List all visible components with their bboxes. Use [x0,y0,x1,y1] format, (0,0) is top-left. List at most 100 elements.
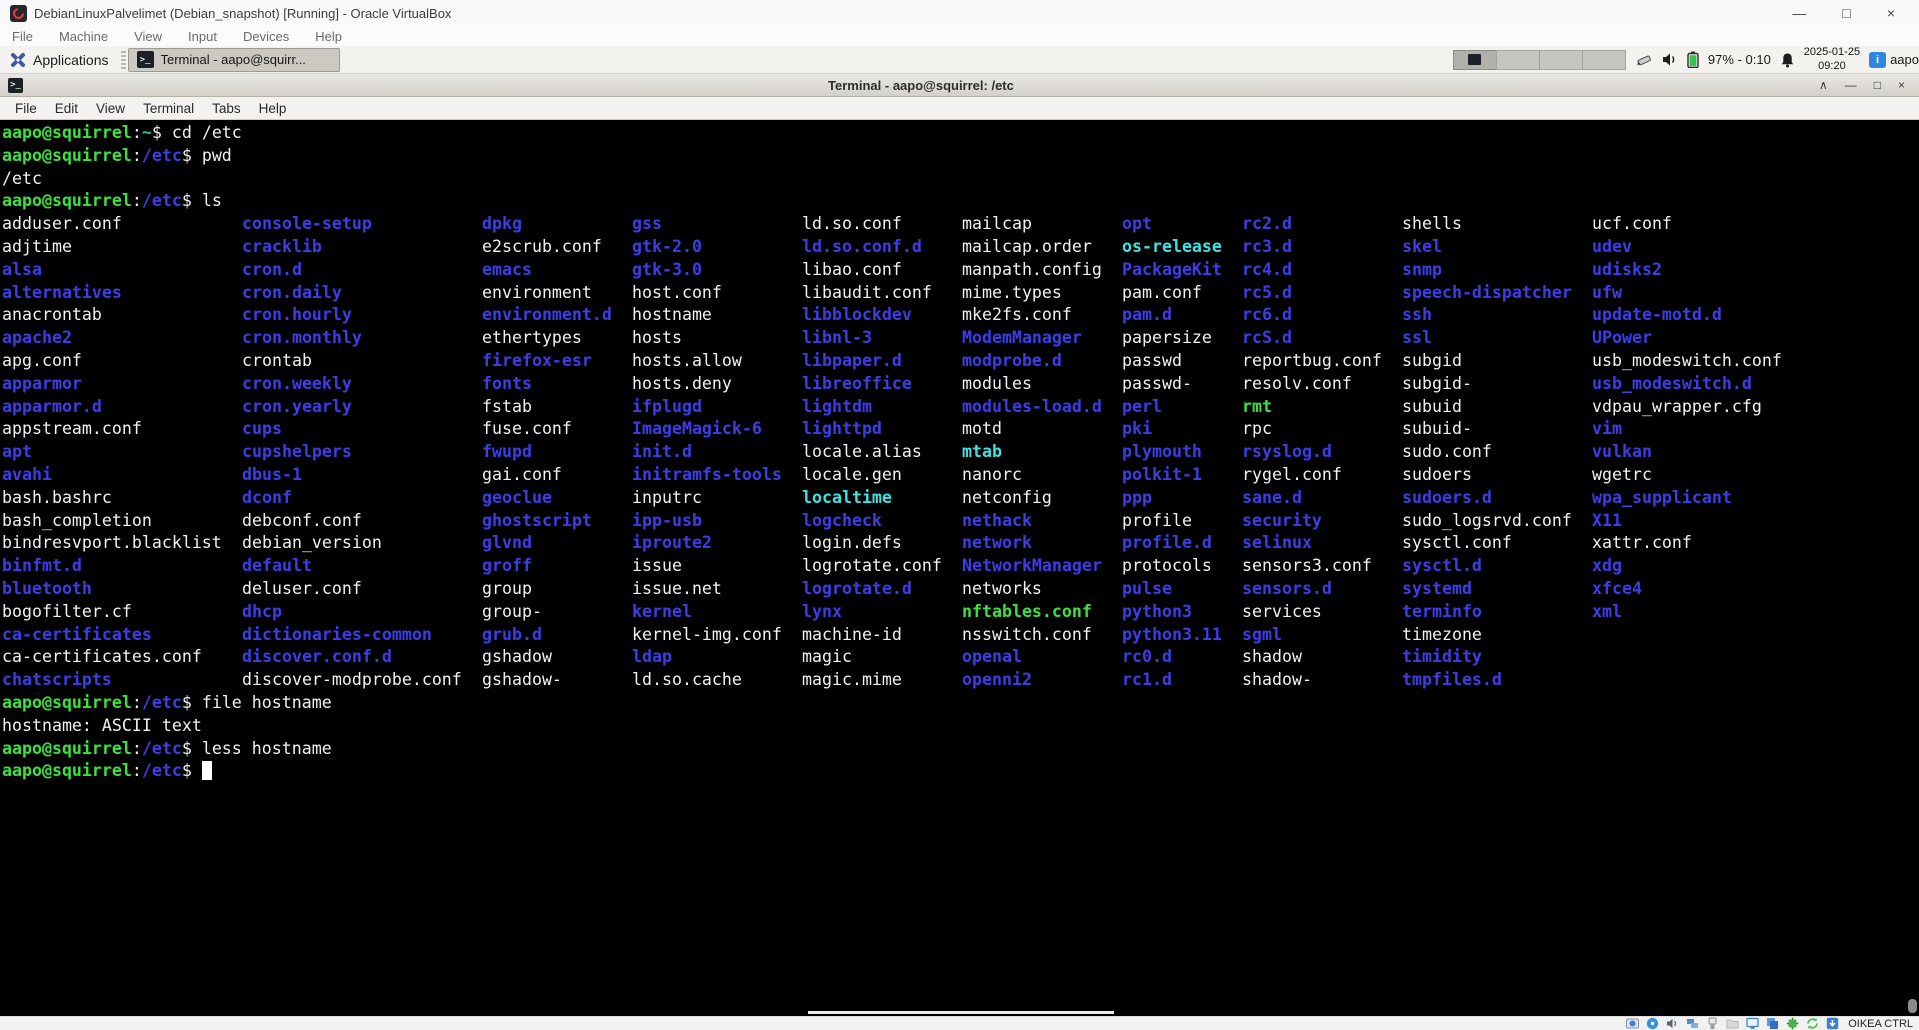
terminal-screen[interactable]: aapo@squirrel:~$ cd /etcaapo@squirrel:/e… [0,120,1919,1016]
ls-entry: ghostscript [482,510,592,533]
workspace-2[interactable] [1496,50,1540,70]
minimize-icon[interactable]: — [1792,0,1806,26]
close-icon[interactable]: × [1898,78,1905,92]
ls-entry: skel [1402,236,1442,259]
shade-icon[interactable]: ∧ [1819,78,1828,92]
clock[interactable]: 2025-01-25 09:20 [1804,46,1860,72]
vbox-menu-machine[interactable]: Machine [59,29,108,44]
ls-entry: sensors3.conf [1242,555,1372,578]
maximize-icon[interactable]: □ [1874,78,1881,92]
harddisk-icon[interactable] [1626,1017,1639,1030]
ls-entry: pam.conf [1122,282,1202,305]
battery-icon[interactable] [1687,51,1699,68]
terminal-menu-file[interactable]: File [6,101,46,116]
ls-entry: subgid [1402,350,1462,373]
host-key-icon[interactable] [1826,1017,1839,1030]
ls-entry: xfce4 [1592,578,1642,601]
seamless-windows-icon[interactable] [1766,1017,1779,1030]
vbox-menu-help[interactable]: Help [315,29,342,44]
workspace-1[interactable] [1453,50,1497,70]
audio-icon[interactable] [1666,1017,1679,1030]
ls-entry: hosts [632,327,682,350]
xfce-top-panel: Applications >_ Terminal - aapo@squirr..… [0,46,1919,74]
ls-entry: cron.monthly [242,327,362,350]
workspace-4[interactable] [1582,50,1626,70]
ls-entry: pki [1122,418,1152,441]
ls-entry: rcS.d [1242,327,1292,350]
vbox-window-title: DebianLinuxPalvelimet (Debian_snapshot) … [34,6,451,21]
ls-entry: inputrc [632,487,702,510]
ls-entry: glvnd [482,532,532,555]
ls-entry: papersize [1122,327,1212,350]
terminal-menu-terminal[interactable]: Terminal [134,101,203,116]
vbox-menu-view[interactable]: View [134,29,162,44]
ls-entry: ssh [1402,304,1432,327]
display-icon[interactable] [1746,1017,1759,1030]
usb-icon[interactable] [1706,1017,1719,1030]
shared-folder-icon[interactable] [1726,1017,1739,1030]
ls-entry: ipp-usb [632,510,702,533]
ls-entry: localtime [802,487,892,510]
bottom-panel-hint-line [808,1011,1114,1014]
ls-entry: passwd- [1122,373,1192,396]
ls-entry: rc0.d [1122,646,1172,669]
ls-entry: cracklib [242,236,322,259]
workspace-3[interactable] [1539,50,1583,70]
terminal-titlebar[interactable]: >_ Terminal - aapo@squirrel: /etc ∧ — □ … [0,74,1919,97]
ls-entry: netconfig [962,487,1052,510]
prompt-line: aapo@squirrel:/etc$ less hostname [2,738,1919,761]
ls-entry: lynx [802,601,842,624]
ls-entry: ufw [1592,282,1622,305]
ls-row: apparmor.dcron.yearlyfstabifplugdlightdm… [2,396,1919,419]
close-icon[interactable]: × [1887,0,1895,26]
ls-entry: xattr.conf [1592,532,1692,555]
ls-entry: nanorc [962,464,1022,487]
ls-entry: discover.conf.d [242,646,392,669]
taskbar-window-button[interactable]: >_ Terminal - aapo@squirr... [128,48,340,72]
ls-entry: modules [962,373,1032,396]
ls-entry: appstream.conf [2,418,142,441]
terminal-menu-edit[interactable]: Edit [46,101,87,116]
ls-entry: sudo.conf [1402,441,1492,464]
ls-entry: dbus-1 [242,464,302,487]
applications-menu-button[interactable]: Applications [0,46,119,73]
terminal-menu-help[interactable]: Help [250,101,296,116]
ls-row: aptcupshelpersfwupdinit.dlocale.aliasmta… [2,441,1919,464]
ls-entry: gtk-3.0 [632,259,702,282]
vbox-menu-devices[interactable]: Devices [243,29,289,44]
ls-entry: logcheck [802,510,882,533]
features-icon[interactable] [1786,1017,1799,1030]
vbox-menu-file[interactable]: File [12,29,33,44]
ls-row: avahidbus-1gai.confinitramfs-toolslocale… [2,464,1919,487]
ls-entry: debian_version [242,532,382,555]
scrollbar-thumb[interactable] [1908,999,1917,1013]
network-icon[interactable] [1686,1017,1699,1030]
ls-entry: ld.so.conf.d [802,236,922,259]
clipman-pen-icon[interactable] [1635,52,1653,68]
ls-entry: emacs [482,259,532,282]
prompt-line: aapo@squirrel:/etc$ pwd [2,145,1919,168]
ls-entry: security [1242,510,1322,533]
user-session-badge[interactable]: i aapo [1869,52,1919,68]
ls-entry: binfmt.d [2,555,82,578]
ls-entry: rmt [1242,396,1272,419]
ls-entry: group- [482,601,542,624]
terminal-output: aapo@squirrel:~$ cd /etcaapo@squirrel:/e… [2,122,1919,783]
notification-bell-icon[interactable] [1780,52,1795,68]
ls-entry: rygel.conf [1242,464,1342,487]
ls-entry: PackageKit [1122,259,1222,282]
minimize-icon[interactable]: — [1845,78,1857,92]
ls-entry: opt [1122,213,1152,236]
ls-entry: locale.gen [802,464,902,487]
ls-entry: rc6.d [1242,304,1292,327]
vbox-menu-input[interactable]: Input [188,29,217,44]
volume-icon[interactable] [1662,52,1678,67]
optical-disc-icon[interactable] [1646,1017,1659,1030]
terminal-menu-view[interactable]: View [87,101,134,116]
mouse-integration-icon[interactable] [1806,1017,1819,1030]
maximize-icon[interactable]: □ [1842,0,1850,26]
ls-entry: geoclue [482,487,552,510]
terminal-scrollbar[interactable] [1906,120,1919,1016]
terminal-menu-tabs[interactable]: Tabs [203,101,250,116]
ls-entry: dpkg [482,213,522,236]
